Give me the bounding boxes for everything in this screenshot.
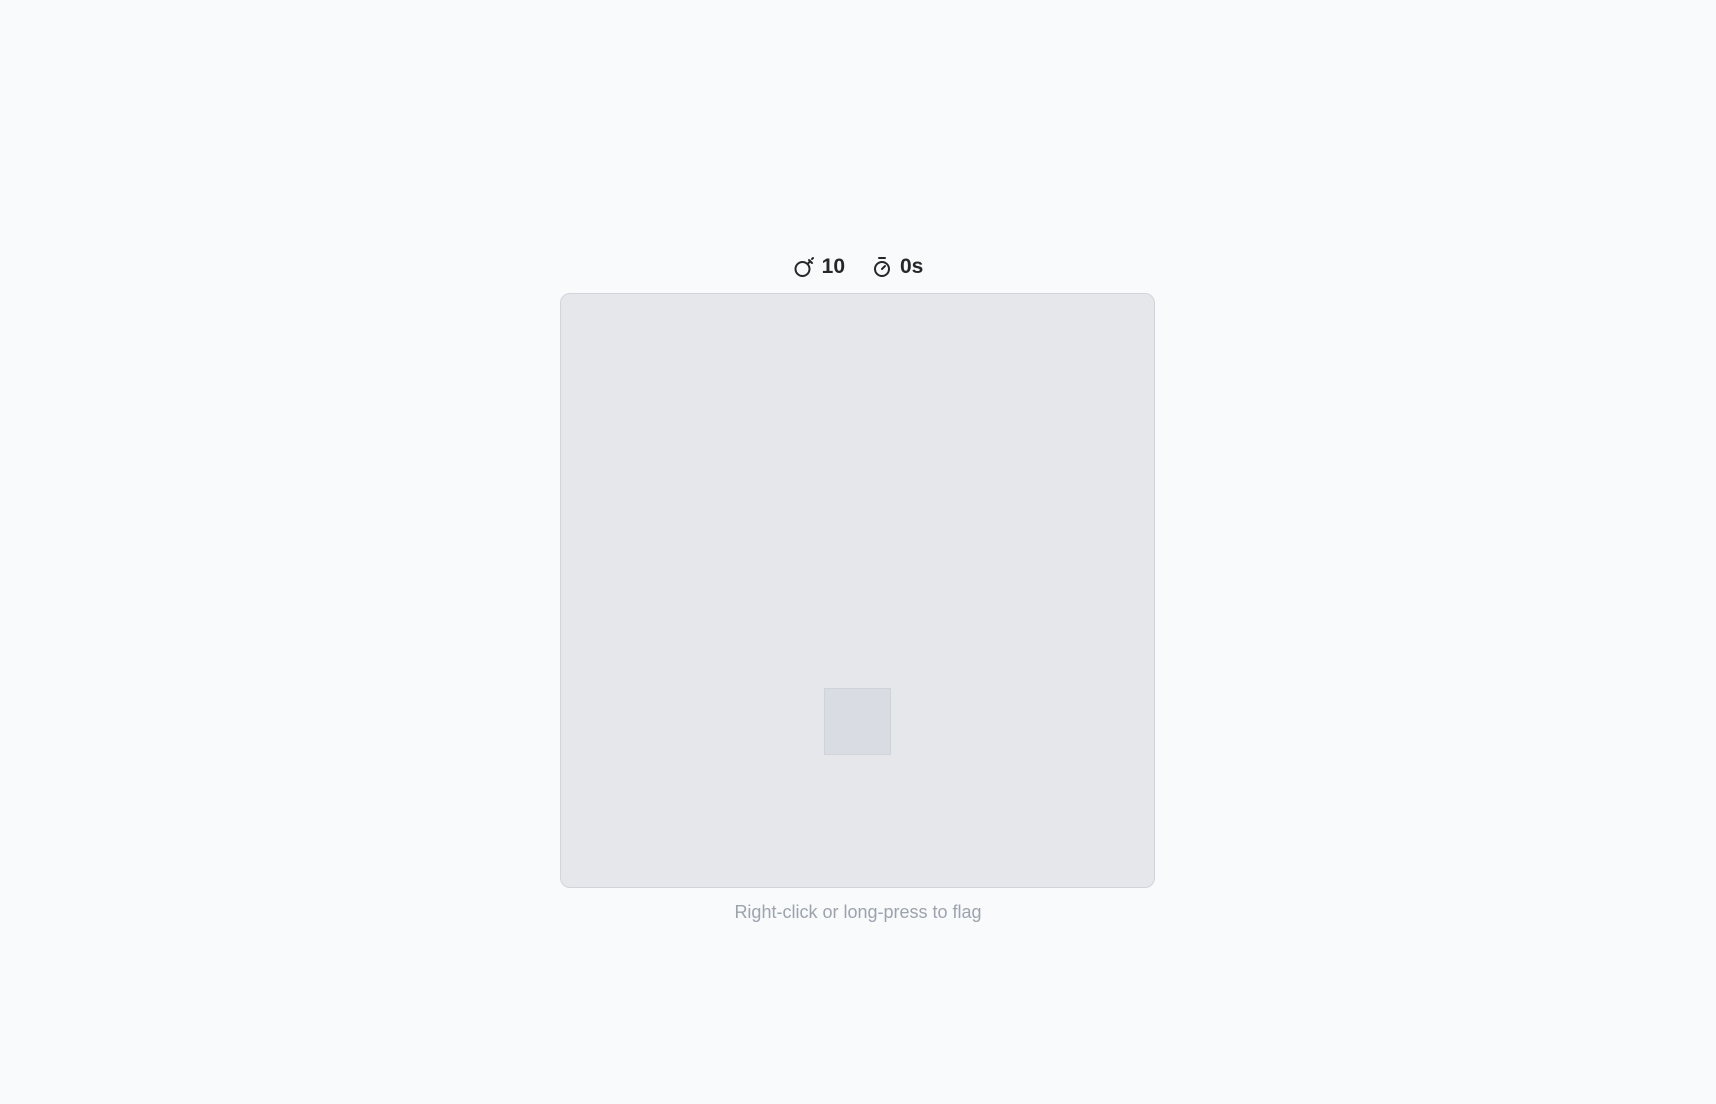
board-cell[interactable] <box>890 820 955 885</box>
board-cell[interactable] <box>825 296 890 361</box>
board-cell[interactable] <box>563 492 628 557</box>
board-cell[interactable] <box>1021 820 1086 885</box>
board-cell[interactable] <box>759 361 824 426</box>
board-cell[interactable] <box>694 296 759 361</box>
board-cell[interactable] <box>890 361 955 426</box>
board-cell[interactable] <box>563 623 628 688</box>
game-board <box>560 293 1155 888</box>
stopwatch-icon <box>871 256 893 278</box>
board-cell[interactable] <box>694 754 759 819</box>
board-cell[interactable] <box>563 689 628 754</box>
board-cell[interactable] <box>890 689 955 754</box>
board-cell[interactable] <box>1021 427 1086 492</box>
board-cell[interactable] <box>890 296 955 361</box>
board-cell[interactable] <box>759 558 824 623</box>
board-cell[interactable] <box>628 754 693 819</box>
board-cell[interactable] <box>759 427 824 492</box>
board-cell[interactable] <box>759 689 824 754</box>
board-cell[interactable] <box>694 492 759 557</box>
board-cell[interactable] <box>956 558 1021 623</box>
board-cell[interactable] <box>823 687 892 756</box>
board-cell[interactable] <box>956 689 1021 754</box>
board-cell[interactable] <box>825 820 890 885</box>
board-cell[interactable] <box>1021 361 1086 426</box>
board-cell[interactable] <box>1087 296 1152 361</box>
mine-count: 10 <box>821 255 845 278</box>
board-cell[interactable] <box>890 623 955 688</box>
mine-counter: 10 <box>793 255 845 279</box>
board-cell[interactable] <box>759 820 824 885</box>
board-cell[interactable] <box>1087 623 1152 688</box>
board-cell[interactable] <box>956 361 1021 426</box>
board-cell[interactable] <box>1021 623 1086 688</box>
board-cell[interactable] <box>890 427 955 492</box>
board-cell[interactable] <box>956 296 1021 361</box>
board-cell[interactable] <box>694 558 759 623</box>
board-cell[interactable] <box>563 427 628 492</box>
board-cell[interactable] <box>890 492 955 557</box>
board-cell[interactable] <box>1087 820 1152 885</box>
board-cell[interactable] <box>759 296 824 361</box>
board-cell[interactable] <box>759 623 824 688</box>
board-cell[interactable] <box>563 754 628 819</box>
board-cell[interactable] <box>1087 427 1152 492</box>
board-cell[interactable] <box>890 558 955 623</box>
board-cell[interactable] <box>956 427 1021 492</box>
board-cell[interactable] <box>1087 754 1152 819</box>
board-cell[interactable] <box>563 361 628 426</box>
bomb-icon <box>793 256 815 278</box>
board-cell[interactable] <box>628 689 693 754</box>
board-cell[interactable] <box>825 558 890 623</box>
board-cell[interactable] <box>694 623 759 688</box>
board-cell[interactable] <box>956 820 1021 885</box>
board-cell[interactable] <box>825 361 890 426</box>
board-cell[interactable] <box>563 820 628 885</box>
board-cell[interactable] <box>890 754 955 819</box>
board-cell[interactable] <box>1021 296 1086 361</box>
elapsed-time: 0s <box>900 255 924 278</box>
board-cell[interactable] <box>1021 754 1086 819</box>
board-cell[interactable] <box>825 754 890 819</box>
board-cell[interactable] <box>825 623 890 688</box>
board-cell[interactable] <box>563 296 628 361</box>
board-cell[interactable] <box>759 492 824 557</box>
board-cell[interactable] <box>956 623 1021 688</box>
flag-hint: Right-click or long-press to flag <box>734 902 982 922</box>
timer: 0s <box>871 255 923 279</box>
board-cell[interactable] <box>825 427 890 492</box>
board-cell[interactable] <box>1087 492 1152 557</box>
board-cell[interactable] <box>825 492 890 557</box>
board-cell[interactable] <box>694 361 759 426</box>
board-cell[interactable] <box>563 558 628 623</box>
board-cell[interactable] <box>628 623 693 688</box>
board-cell[interactable] <box>1087 361 1152 426</box>
board-cell[interactable] <box>628 361 693 426</box>
board-cell[interactable] <box>628 427 693 492</box>
board-cell[interactable] <box>1021 558 1086 623</box>
board-cell[interactable] <box>1087 689 1152 754</box>
board-cell[interactable] <box>1021 689 1086 754</box>
board-cell[interactable] <box>1021 492 1086 557</box>
board-cell[interactable] <box>759 754 824 819</box>
board-cell[interactable] <box>694 689 759 754</box>
minesweeper-app: 10 0s Right-click or long-press to flag <box>0 0 1716 1104</box>
board-cell[interactable] <box>956 754 1021 819</box>
board-cell[interactable] <box>628 558 693 623</box>
board-cell[interactable] <box>956 492 1021 557</box>
board-cell[interactable] <box>694 820 759 885</box>
board-cell[interactable] <box>628 296 693 361</box>
board-cell[interactable] <box>694 427 759 492</box>
board-cell[interactable] <box>1087 558 1152 623</box>
status-bar: 10 0s <box>0 250 1716 284</box>
board-cell[interactable] <box>628 820 693 885</box>
board-cell[interactable] <box>628 492 693 557</box>
